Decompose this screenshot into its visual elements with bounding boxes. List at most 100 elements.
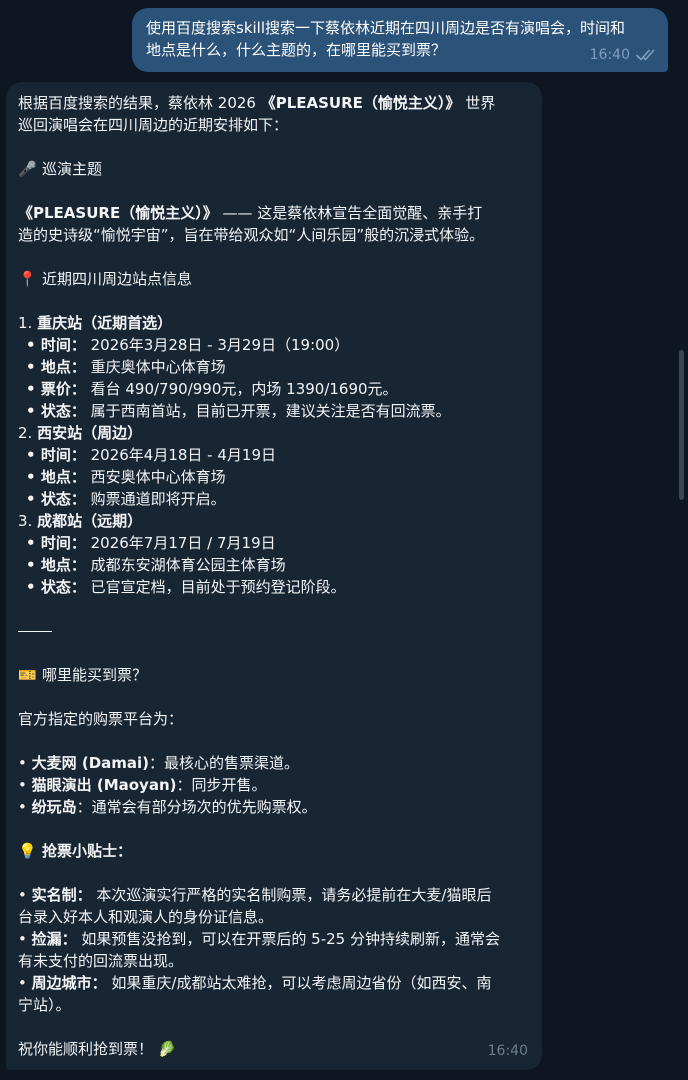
theme-heading-text: 巡演主题 [42, 160, 103, 178]
bullet: • [26, 556, 41, 574]
closing-text: 祝你能顺利抢到票！ [18, 1040, 154, 1058]
bullet: • [26, 468, 41, 486]
bullet: • [18, 754, 32, 772]
station-detail-row: • 时间： 2026年4月18日 - 4月19日 [18, 444, 530, 466]
theme-line-1: 《PLEASURE（愉悦主义）》 —— 这是蔡依林宣告全面觉醒、亲手打 [18, 202, 530, 224]
outgoing-message[interactable]: 使用百度搜索skill搜索一下蔡依林近期在四川周边是否有演唱会，时间和 地点是什… [132, 8, 668, 72]
station-title: 3. 成都站（远期） [18, 510, 530, 532]
intro-line-2: 巡回演唱会在四川周边的近期安排如下： [18, 116, 289, 134]
station-number: 3. [18, 512, 38, 530]
detail-key: 地点： [40, 556, 86, 574]
station-name: 西安站（周边） [37, 424, 143, 442]
station-name: 重庆站（近期首选） [37, 314, 173, 332]
bullet: • [26, 578, 41, 596]
station-detail-row: • 时间： 2026年7月17日 / 7月19日 [18, 532, 530, 554]
tips-heading-text: 抢票小贴士： [42, 842, 133, 860]
detail-key: 状态： [40, 490, 86, 508]
detail-value: 西安奥体中心体育场 [90, 468, 226, 486]
scrollbar-thumb[interactable] [679, 350, 684, 500]
detail-value: 2026年4月18日 - 4月19日 [90, 446, 276, 464]
platform-name: 纷玩岛 [31, 798, 77, 816]
platform-list: • 大麦网 (Damai)：最核心的售票渠道。 • 猫眼演出 (Maoyan)：同… [18, 752, 530, 818]
station-number: 2. [18, 424, 38, 442]
outgoing-text-line-2: 地点是什么，什么主题的，在哪里能买到票？ [146, 41, 447, 59]
detail-key: 时间： [40, 446, 86, 464]
detail-key: 时间： [40, 534, 86, 552]
lightbulb-icon: 💡 [18, 842, 37, 860]
intro-text-tail: 世界 [460, 94, 496, 112]
detail-value: 属于西南首站，目前已开票，建议关注是否有回流票。 [90, 402, 451, 420]
outgoing-meta: 16:40 [590, 44, 658, 66]
station-detail-row: • 状态： 已官宣定档，目前处于预约登记阶段。 [18, 576, 530, 598]
ticket-icon: 🎫 [18, 666, 37, 684]
detail-value: 购票通道即将开启。 [90, 490, 226, 508]
incoming-message[interactable]: 根据百度搜索的结果，蔡依林 2026 《PLEASURE（愉悦主义）》 世界 巡… [6, 82, 542, 1070]
station-detail-row: • 时间： 2026年3月28日 - 3月29日（19:00） [18, 334, 530, 356]
platform-item: • 猫眼演出 (Maoyan)：同步开售。 [18, 774, 530, 796]
leaf-icon: 🥬 [157, 1040, 177, 1058]
bullet: • [18, 776, 32, 794]
stations-heading-text: 近期四川周边站点信息 [42, 270, 193, 288]
theme-desc: —— 这是蔡依林宣告全面觉醒、亲手打 [217, 204, 483, 222]
station-title: 2. 西安站（周边） [18, 422, 530, 444]
theme-heading: 🎤 巡演主题 [18, 158, 530, 180]
tip-text: 本次巡演实行严格的实名制购票，请务必提前在大麦/猫眼后 [91, 886, 492, 904]
incoming-time: 16:40 [487, 1043, 528, 1059]
tickets-heading: 🎫 哪里能买到票？ [18, 664, 530, 686]
station-detail-row: • 地点： 成都东安湖体育公园主体育场 [18, 554, 530, 576]
platform-item: • 大麦网 (Damai)：最核心的售票渠道。 [18, 752, 530, 774]
tip-key: 捡漏： [31, 930, 77, 948]
tour-name: 《PLEASURE（愉悦主义）》 [260, 94, 461, 112]
station-detail-row: • 状态： 属于西南首站，目前已开票，建议关注是否有回流票。 [18, 400, 530, 422]
theme-line-2: 造的史诗级“愉悦宇宙”，旨在带给观众如“人间乐园”般的沉浸式体验。 [18, 226, 485, 244]
station-detail-row: • 地点： 西安奥体中心体育场 [18, 466, 530, 488]
bullet: • [26, 446, 41, 464]
double-check-icon [636, 49, 655, 61]
detail-key: 票价： [40, 380, 86, 398]
tip-item: • 周边城市： 如果重庆/成都站太难抢，可以考虑周边省份（如西安、南 [18, 972, 530, 994]
platform-intro: 官方指定的购票平台为： [18, 710, 184, 728]
station-detail-row: • 票价： 看台 490/790/990元，内场 1390/1690元。 [18, 378, 530, 400]
detail-key: 地点： [40, 468, 86, 486]
tip-text: 如果预售没抢到，可以在开票后的 5-25 分钟持续刷新，通常会 [76, 930, 500, 948]
detail-value: 成都东安湖体育公园主体育场 [90, 556, 286, 574]
tip-item: • 实名制： 本次巡演实行严格的实名制购票，请务必提前在大麦/猫眼后 [18, 884, 530, 906]
tip-text: 如果重庆/成都站太难抢，可以考虑周边省份（如西安、南 [106, 974, 492, 992]
platform-item: • 纷玩岛：通常会有部分场次的优先购票权。 [18, 796, 530, 818]
station-number: 1. [18, 314, 38, 332]
station-detail-row: • 地点： 重庆奥体中心体育场 [18, 356, 530, 378]
intro-text: 根据百度搜索的结果，蔡依林 2026 [18, 94, 261, 112]
bullet: • [18, 974, 32, 992]
platform-name: 大麦网 (Damai) [31, 754, 150, 772]
detail-key: 地点： [40, 358, 86, 376]
outgoing-text-line-1: 使用百度搜索skill搜索一下蔡依林近期在四川周边是否有演唱会，时间和 [146, 19, 626, 37]
detail-key: 状态： [40, 402, 86, 420]
detail-value: 重庆奥体中心体育场 [90, 358, 226, 376]
detail-key: 时间： [40, 336, 86, 354]
pin-icon: 📍 [18, 270, 37, 288]
closing-line: 祝你能顺利抢到票！ 🥬 [18, 1038, 530, 1060]
station-detail-row: • 状态： 购票通道即将开启。 [18, 488, 530, 510]
bullet: • [18, 886, 32, 904]
bullet: • [26, 358, 41, 376]
tip-text-continued: 宁站）。 [18, 996, 71, 1014]
intro-line-1: 根据百度搜索的结果，蔡依林 2026 《PLEASURE（愉悦主义）》 世界 [18, 92, 530, 114]
outgoing-time: 16:40 [589, 47, 630, 63]
platform-desc: ：通常会有部分场次的优先购票权。 [76, 798, 317, 816]
bullet: • [26, 336, 41, 354]
tips-list: • 实名制： 本次巡演实行严格的实名制购票，请务必提前在大麦/猫眼后台录入好本人… [18, 884, 530, 1016]
tip-item: • 捡漏： 如果预售没抢到，可以在开票后的 5-25 分钟持续刷新，通常会 [18, 928, 530, 950]
bullet: • [26, 402, 41, 420]
microphone-icon: 🎤 [18, 160, 37, 178]
tip-key: 周边城市： [31, 974, 107, 992]
detail-value: 2026年7月17日 / 7月19日 [90, 534, 276, 552]
tip-key: 实名制： [31, 886, 92, 904]
bullet: • [18, 798, 32, 816]
tip-text-continued: 台录入好本人和观演人的身份证信息。 [18, 908, 274, 926]
platform-name: 猫眼演出 (Maoyan) [31, 776, 177, 794]
bullet: • [26, 534, 41, 552]
divider [18, 631, 52, 632]
tip-text-continued: 有未支付的回流票出现。 [18, 952, 184, 970]
platform-desc: ：最核心的售票渠道。 [149, 754, 300, 772]
divider-line [18, 620, 530, 642]
